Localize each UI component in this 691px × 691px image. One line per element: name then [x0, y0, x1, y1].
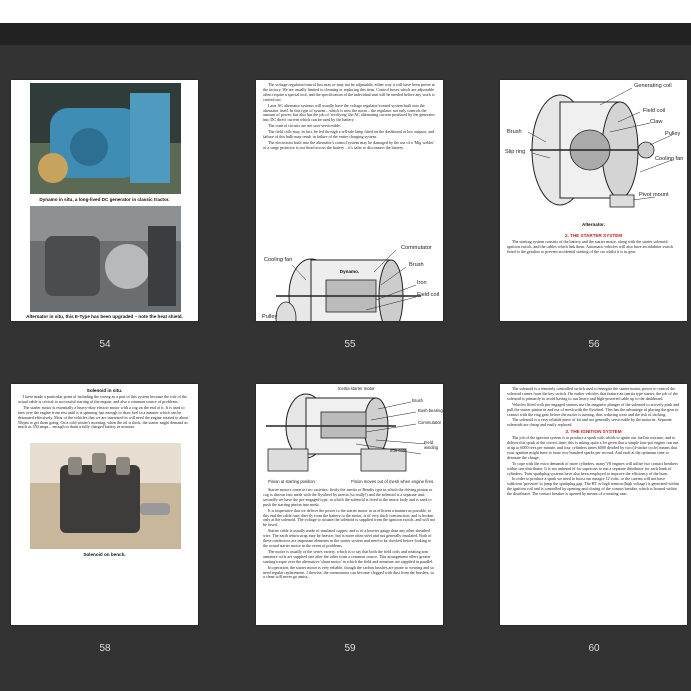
caption-pinion-mesh: Pinion moves out of mesh when engine fir… [351, 479, 435, 484]
caption-pinion-start: Pinion at starting position. [268, 479, 316, 484]
page-thumbnail-55[interactable]: The voltage regulator/control box may or… [256, 80, 443, 321]
label-commutator: Commutator [401, 245, 432, 251]
page-number-55: 55 [344, 339, 356, 350]
paragraph: The starting system consists of the batt… [507, 238, 674, 254]
page-thumbnail-58[interactable]: Solenoid in situ. I have made a particul… [11, 384, 198, 625]
paragraph: To cope with the extra demands of more c… [507, 460, 678, 476]
label-iron-core: Iron core [390, 448, 407, 453]
label-brush: Brush [409, 262, 424, 268]
photo-alternator-etype [30, 206, 181, 312]
paragraph: Later AC alternator systems will usually… [263, 102, 435, 123]
alternator-diagram [527, 87, 673, 208]
page-55-text: The voltage regulator/control box may or… [263, 82, 436, 152]
paragraph: In order to produce a spark we need to b… [507, 476, 679, 497]
label-field-coil: Field coil [643, 108, 666, 114]
caption-alternator: Alternator. [582, 222, 605, 227]
page-thumbnail-60[interactable]: The solenoid is a remotely controlled sw… [500, 384, 687, 625]
header-strip [0, 23, 691, 45]
paragraph: The job of the ignition system is to pro… [507, 435, 679, 460]
page-56-text: 2. THE STARTER SYSTEM The starting syste… [507, 232, 680, 256]
photo-dynamo-tractor [30, 83, 181, 194]
label-pulley: Pulley [262, 314, 278, 320]
page-59-text: Starter motors come in two varieties: fi… [263, 487, 436, 581]
label-bush-bearing: Bush bearing [418, 408, 443, 413]
paragraph: I have made a particular point of includ… [18, 394, 187, 404]
paragraph: The voltage regulator/control box may or… [263, 82, 435, 102]
page-number-56: 56 [588, 339, 600, 350]
label-pivot-mount: Pivot mount [639, 192, 669, 198]
label-field-coil: Field coil [417, 292, 440, 298]
page-number-58: 58 [99, 643, 111, 654]
caption-dynamo: Dynamo in situ, a long-lived DC generato… [39, 197, 170, 202]
page-58-text: I have made a particular point of includ… [18, 394, 191, 431]
page-thumbnail-56[interactable]: Generating coil Field coil Claw Pulley B… [500, 80, 687, 321]
page-number-59: 59 [344, 643, 356, 654]
caption-dynamo: Dynamo. [339, 269, 360, 274]
label-generating-coil: Generating coil [634, 83, 672, 89]
label-inertia-starter: Inertia starter motor [338, 386, 375, 391]
label-commutator: Commutator [418, 420, 442, 425]
label-slip-ring: Slip ring [505, 149, 526, 155]
photo-solenoid-bench [30, 443, 181, 549]
label-brush: Brush [412, 398, 423, 403]
label-cooling-fan: Cooling fan [655, 156, 684, 162]
paragraph: Starter cable is usually made of insulat… [263, 528, 432, 548]
paragraph: The solenoid is a remotely controlled sw… [507, 386, 678, 401]
page-thumbnail-54[interactable]: Dynamo in situ, a long-lived DC generato… [11, 80, 198, 321]
paragraph: In operation, the starter motor is very … [263, 564, 435, 580]
page-number-54: 54 [99, 339, 111, 350]
label-cooling-fan: Cooling fan [264, 257, 293, 263]
page-thumbnail-59[interactable]: Inertia starter motor Brush Bush bearing… [256, 384, 443, 625]
paragraph: The field coils may, in fact, be fed thr… [263, 129, 435, 140]
label-field-winding: Field winding [424, 440, 439, 450]
caption-solenoid-situ: Solenoid in situ. [86, 388, 123, 393]
paragraph: The starter motor is essentially a heavy… [18, 404, 189, 430]
paragraph: Starter motors come in two varieties: fi… [263, 487, 433, 507]
caption-solenoid-bench: Solenoid on bench. [83, 552, 126, 557]
caption-alternator: Alternator in situ, this E-Type has been… [26, 314, 183, 319]
label-iron: Iron [417, 280, 427, 286]
page-60-text: The solenoid is a remotely controlled sw… [507, 386, 680, 498]
paragraph: The electronics built into the alternato… [263, 139, 435, 150]
label-claw: Claw [650, 119, 663, 125]
paragraph: It is imperative that we deliver the pow… [263, 507, 436, 528]
page-number-60: 60 [588, 643, 600, 654]
label-brush: Brush [507, 129, 522, 135]
label-pulley: Pulley [665, 131, 681, 137]
top-toolbar [0, 0, 691, 23]
paragraph: The motor is usually of the series varie… [263, 548, 434, 564]
paragraph: Vehicles fitted with pre-engaged starter… [507, 401, 680, 417]
dynamo-diagram [275, 249, 421, 321]
paragraph: The solenoid is a very reliable piece of… [507, 417, 672, 428]
